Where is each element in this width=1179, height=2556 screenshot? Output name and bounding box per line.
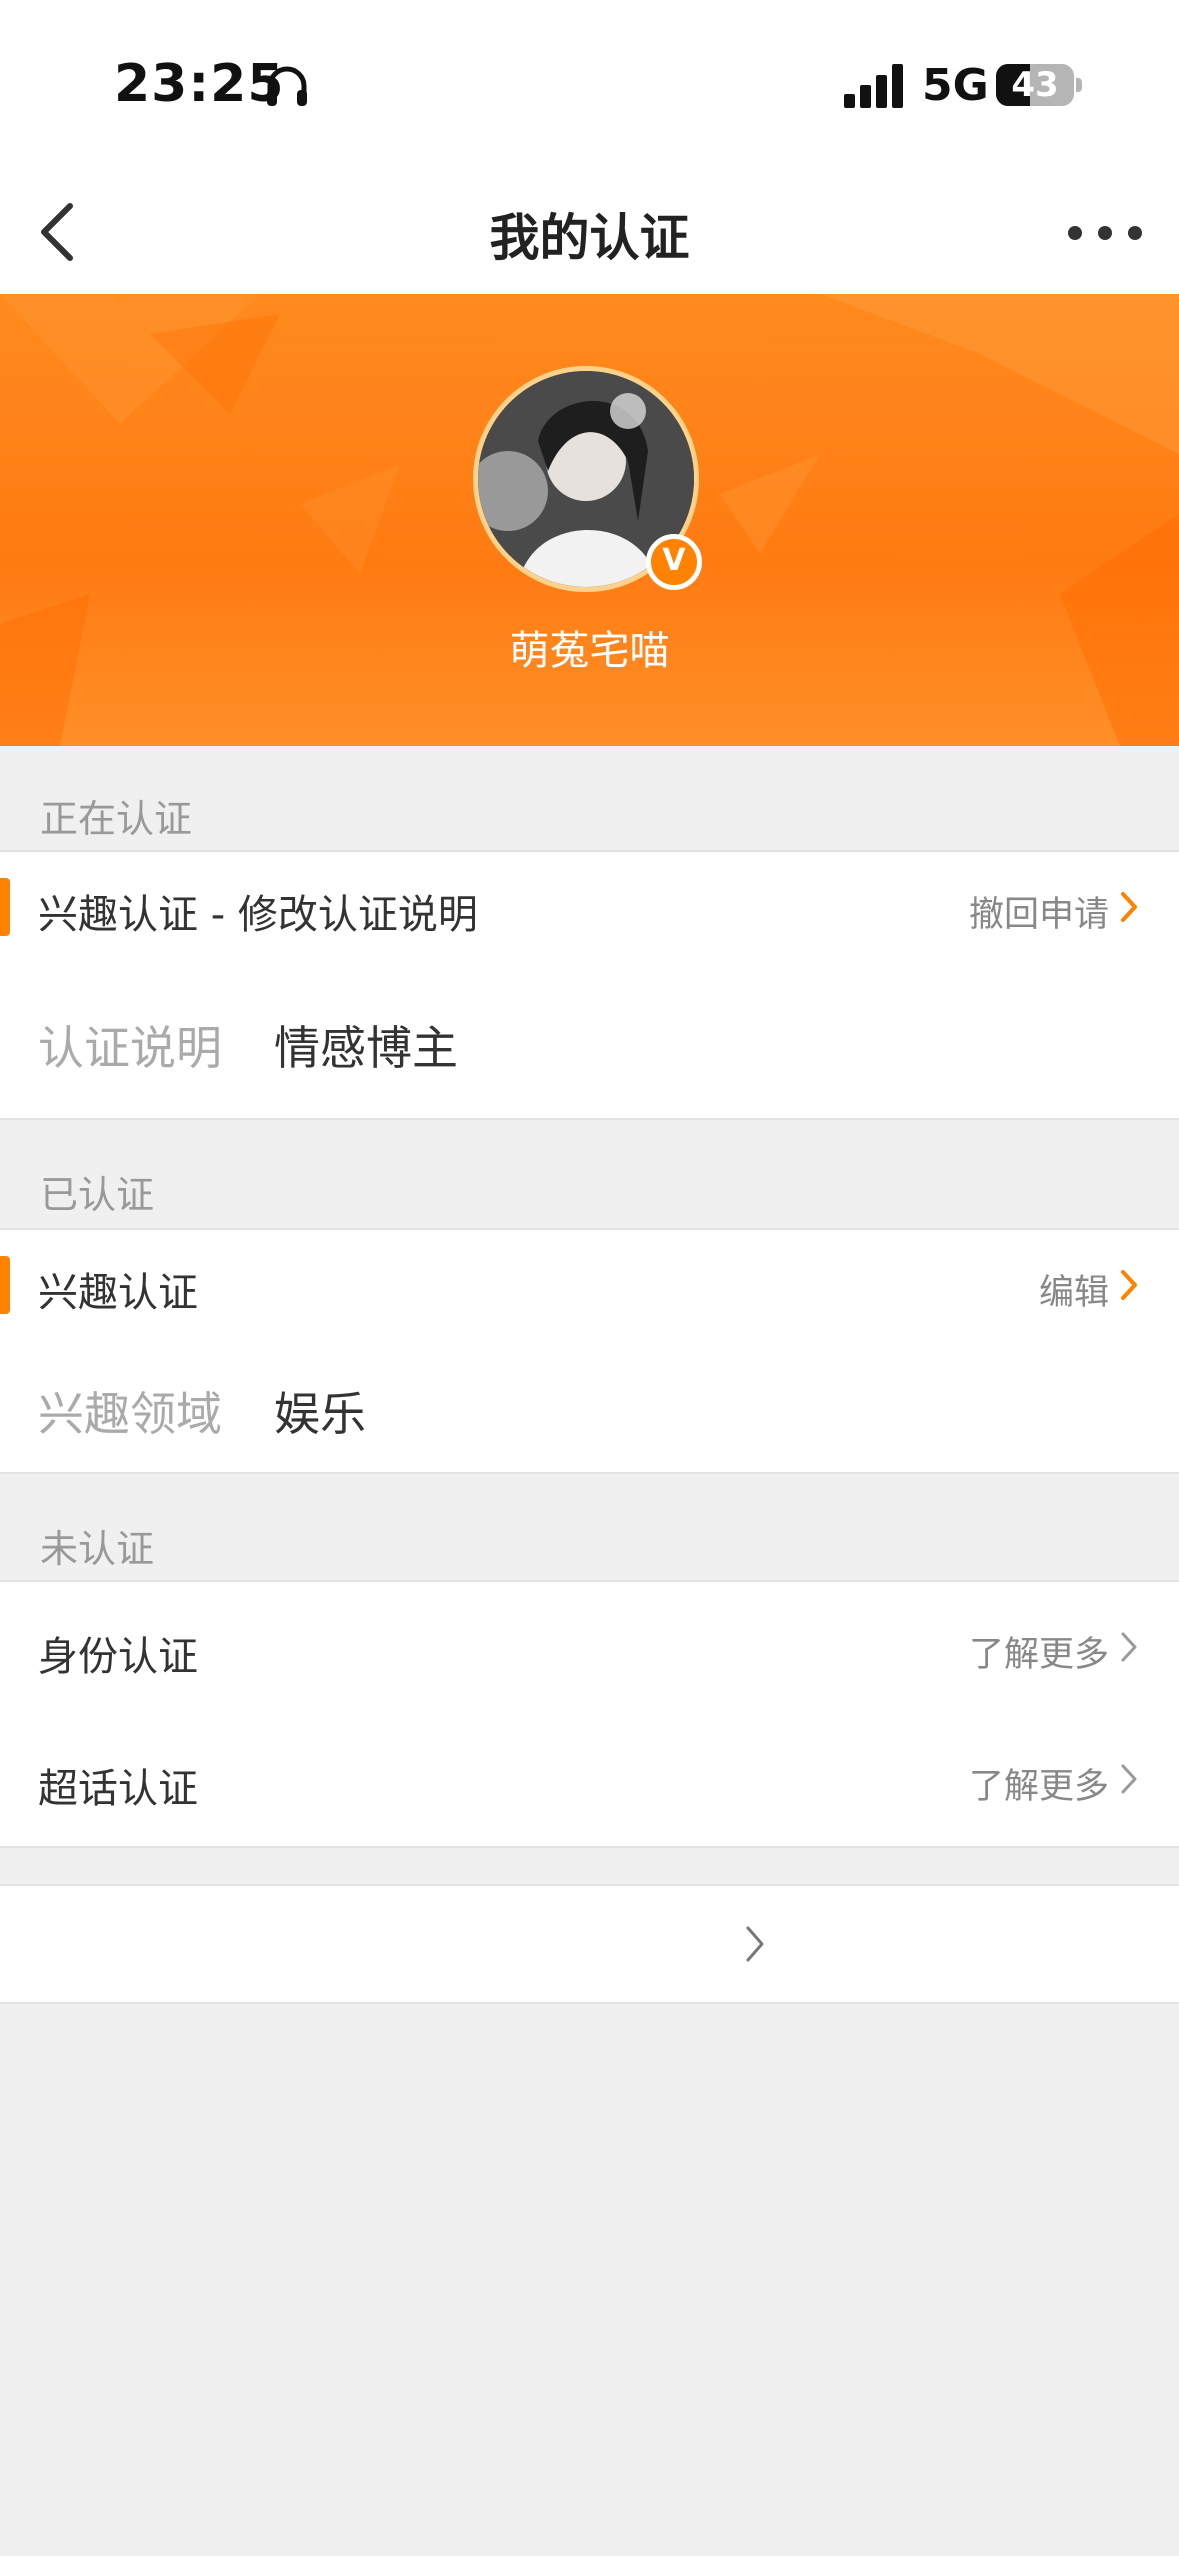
status-time: 23:25 — [114, 54, 285, 114]
section-header-pending: 正在认证 — [0, 746, 1179, 850]
network-label: 5G — [922, 60, 989, 111]
interest-field-label: 兴趣领域 — [38, 1387, 222, 1441]
learn-more-link[interactable]: 了解更多 — [969, 1626, 1109, 1677]
headphone-icon — [267, 66, 307, 106]
nav-bar: 我的认证 — [0, 170, 1179, 294]
section-header-unverified: 未认证 — [0, 1474, 1179, 1580]
section-header-pending-label: 正在认证 — [40, 797, 193, 841]
interest-verification-row[interactable]: 兴趣认证 编辑 — [0, 1228, 1179, 1342]
interest-field-value: 娱乐 — [274, 1387, 366, 1441]
status-bar: 23:25 5G 43 — [0, 0, 1179, 170]
pending-verification-row[interactable]: 兴趣认证 - 修改认证说明 撤回申请 — [0, 850, 1179, 962]
signal-icon — [844, 64, 903, 108]
identity-verification-title: 身份认证 — [38, 1634, 198, 1680]
verified-badge: V — [646, 534, 702, 590]
battery-icon: 43 — [996, 64, 1074, 106]
more-dots-icon[interactable] — [1060, 208, 1150, 258]
verification-description-label: 认证说明 — [38, 1021, 222, 1075]
page-title: 我的认证 — [489, 209, 690, 267]
battery-tip — [1076, 78, 1082, 92]
chevron-right-icon — [1121, 1632, 1137, 1662]
interest-field-row: 兴趣领域 娱乐 — [0, 1340, 1179, 1474]
chevron-right-icon — [1121, 1764, 1137, 1794]
super-topic-verification-row[interactable]: 超话认证 了解更多 — [0, 1714, 1179, 1848]
section-header-unverified-label: 未认证 — [40, 1527, 155, 1571]
interest-verification-title: 兴趣认证 — [38, 1270, 198, 1316]
withdraw-application-link[interactable]: 撤回申请 — [969, 886, 1109, 937]
edit-link[interactable]: 编辑 — [1039, 1264, 1109, 1315]
learn-more-link[interactable]: 了解更多 — [969, 1758, 1109, 1809]
section-header-verified-label: 已认证 — [40, 1173, 155, 1217]
battery-percent: 43 — [1011, 65, 1059, 105]
verification-description-row: 认证说明 情感博主 — [0, 960, 1179, 1120]
profile-banner: V 萌菟宅喵 — [0, 294, 1179, 746]
footer-link-row[interactable] — [0, 1884, 1179, 2004]
identity-verification-row[interactable]: 身份认证 了解更多 — [0, 1580, 1179, 1716]
verified-badge-letter: V — [662, 543, 686, 578]
accent-bar — [0, 878, 10, 936]
accent-bar — [0, 1256, 10, 1314]
section-header-verified: 已认证 — [0, 1120, 1179, 1228]
chevron-right-icon — [1121, 892, 1137, 922]
chevron-right-icon — [746, 1926, 764, 1962]
super-topic-verification-title: 超话认证 — [38, 1766, 198, 1812]
pending-verification-title: 兴趣认证 - 修改认证说明 — [38, 892, 478, 938]
chevron-right-icon — [1121, 1270, 1137, 1300]
verification-description-value: 情感博主 — [274, 1021, 458, 1075]
username: 萌菟宅喵 — [509, 628, 670, 674]
